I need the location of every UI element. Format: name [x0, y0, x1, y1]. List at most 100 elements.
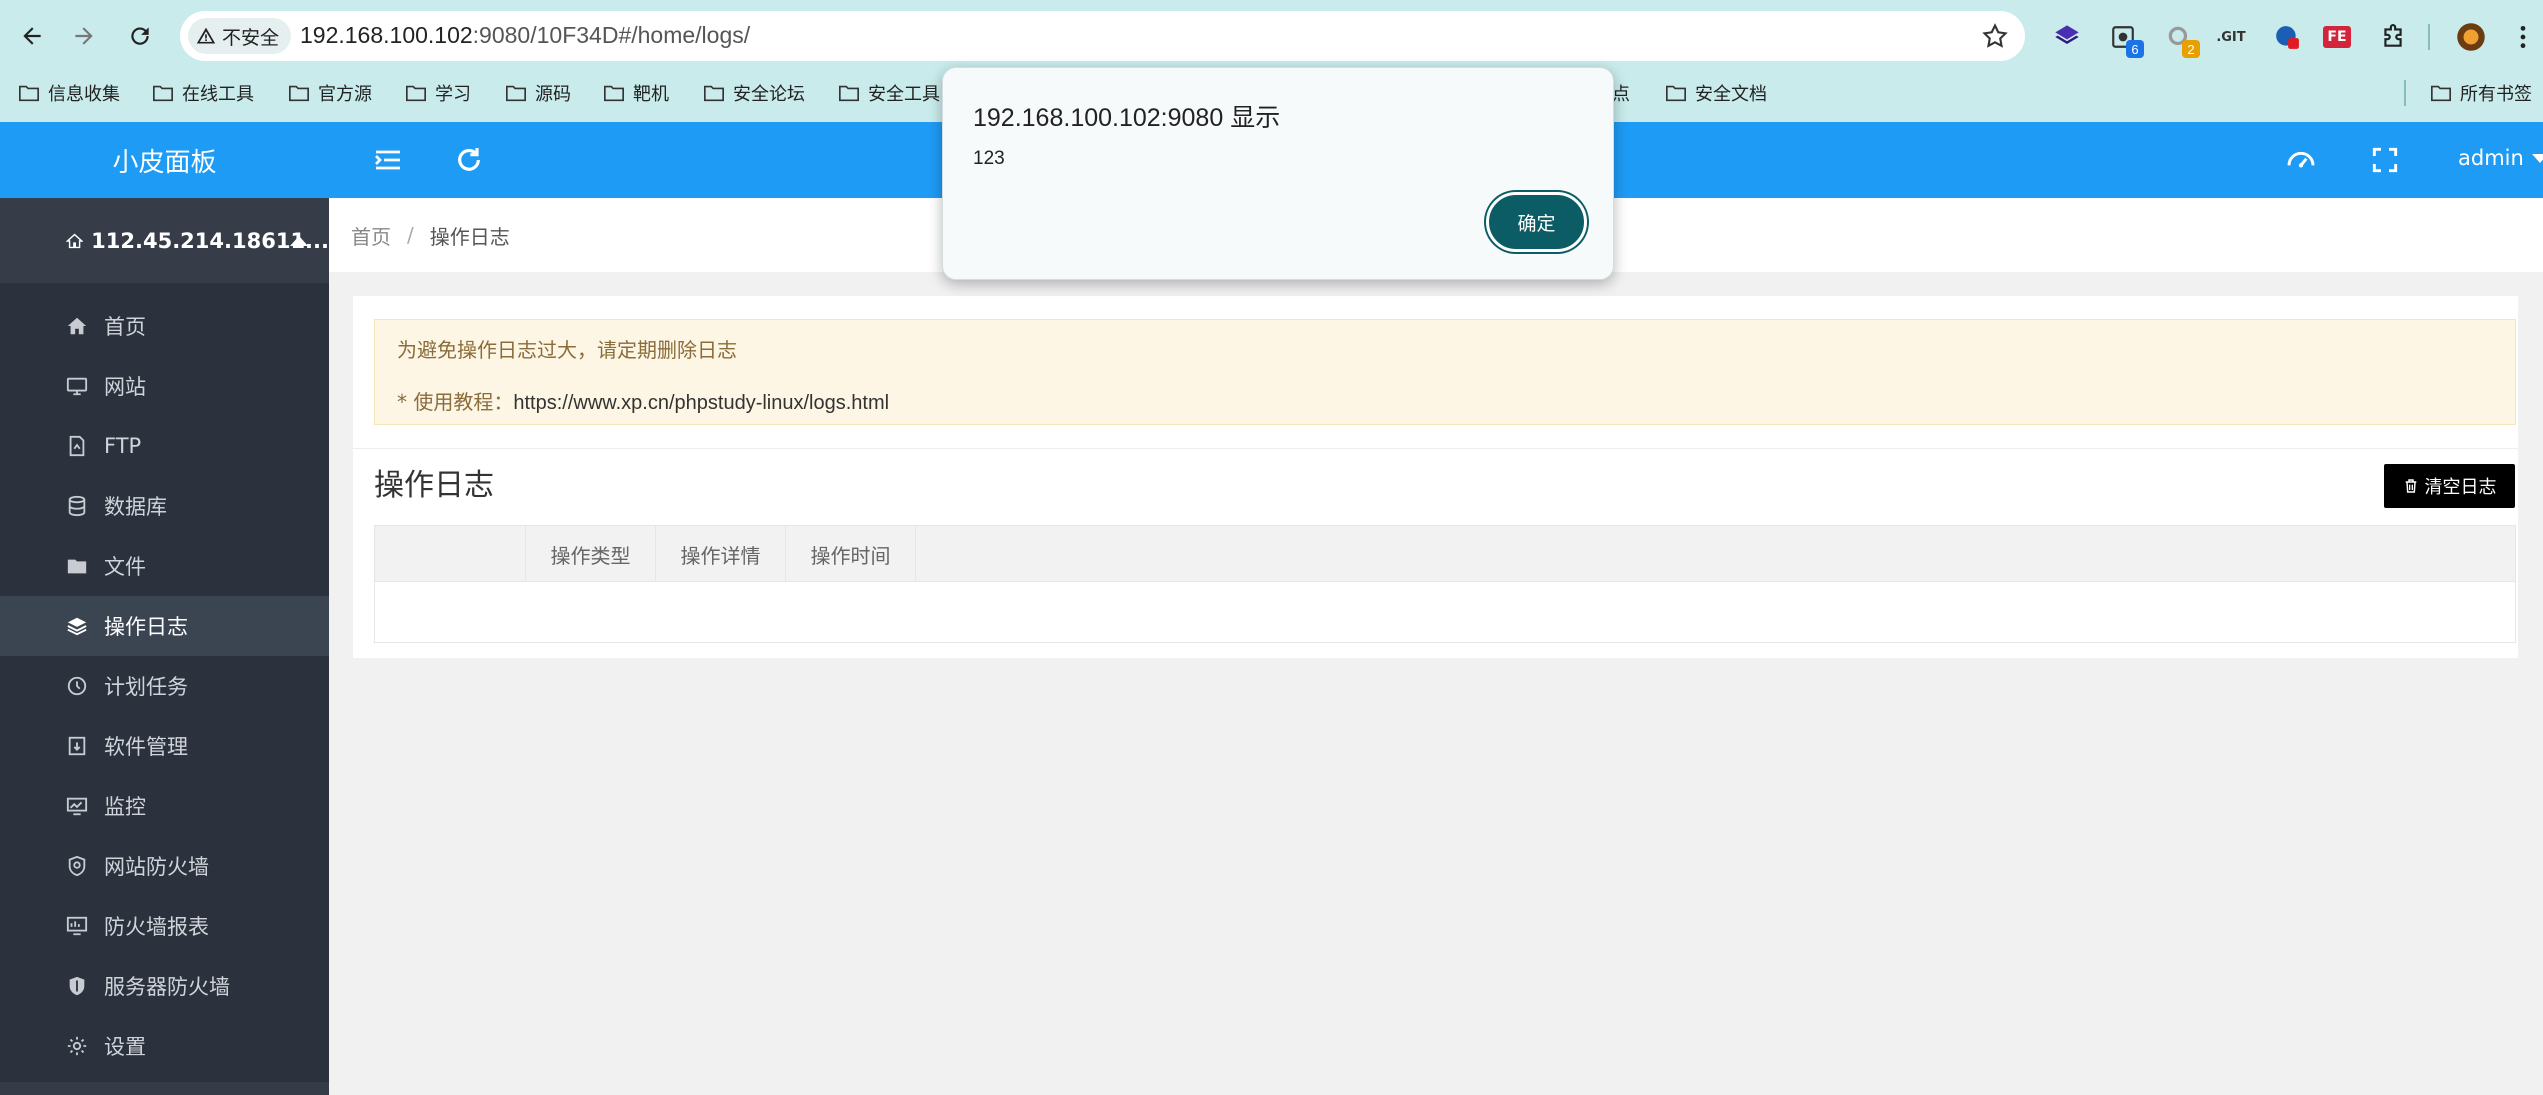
bookmark-label: 官方源	[318, 84, 372, 105]
table-header-cell: 操作时间	[786, 526, 916, 582]
folder-icon	[66, 555, 88, 577]
sidebar-item-settings[interactable]: 设置	[0, 1016, 329, 1076]
user-menu[interactable]: admin	[2458, 146, 2543, 170]
menu-collapse-icon[interactable]	[372, 144, 404, 176]
sidebar-item-label: 网站防火墙	[104, 855, 209, 879]
sidebar-item-label: 监控	[104, 795, 146, 819]
shield-icon	[66, 855, 88, 877]
layers-extension-icon[interactable]	[2052, 22, 2082, 52]
capture-extension-icon[interactable]: 6	[2108, 22, 2144, 58]
bookmark-label: 所有书签	[2460, 84, 2532, 105]
fe-extension-icon[interactable]: FE	[2322, 22, 2352, 52]
dashboard-gauge-icon[interactable]	[2285, 144, 2317, 176]
forward-button[interactable]	[64, 16, 104, 56]
bookmark-label: 在线工具	[182, 84, 254, 105]
globe-extension-icon[interactable]	[2272, 22, 2302, 52]
shield-solid-icon	[66, 975, 88, 997]
sidebar-item-label: 软件管理	[104, 735, 188, 759]
bookmark-star-icon[interactable]	[1981, 22, 2009, 50]
fullscreen-icon[interactable]	[2369, 144, 2401, 176]
sidebar-item-web-firewall[interactable]: 网站防火墙	[0, 836, 329, 896]
folder-icon	[289, 85, 309, 102]
bookmark-folder[interactable]: 靶机	[603, 78, 669, 108]
home-outline-icon	[66, 233, 84, 248]
browser-menu-icon[interactable]	[2508, 22, 2538, 52]
reload-button[interactable]	[120, 16, 160, 56]
alert-dialog: 192.168.100.102:9080 显示 123 确定	[942, 67, 1614, 280]
sidebar-footer	[0, 1082, 329, 1095]
kebab-glyph	[2520, 25, 2526, 49]
site-security-chip[interactable]: 不安全	[188, 18, 292, 54]
dialog-title: 192.168.100.102:9080 显示	[973, 104, 1281, 132]
caret-down-icon	[2531, 153, 2543, 163]
sidebar-item-label: 防火墙报表	[104, 915, 209, 939]
bookmark-folder[interactable]: 源码	[505, 78, 571, 108]
puzzle-glyph	[2384, 24, 2402, 47]
dialog-ok-button[interactable]: 确定	[1486, 192, 1587, 252]
bookmark-folder[interactable]: 官方源	[288, 78, 372, 108]
brand-title[interactable]: 小皮面板	[0, 122, 329, 198]
bookmark-folder[interactable]: 学习	[405, 78, 471, 108]
section-title: 操作日志	[374, 468, 494, 503]
back-button[interactable]	[12, 16, 52, 56]
address-bar[interactable]: 不安全 192.168.100.102:9080/10F34D#/home/lo…	[180, 11, 2025, 61]
sidebar-item-scheduled-tasks[interactable]: 计划任务	[0, 656, 329, 716]
search-extension-icon[interactable]: 2	[2164, 22, 2200, 58]
bookmark-label: 信息收集	[48, 84, 120, 105]
table-header-cell	[375, 526, 526, 582]
bookmark-folder[interactable]: 安全工具	[838, 78, 940, 108]
insecure-label: 不安全	[222, 26, 280, 49]
tutorial-link[interactable]: https://www.xp.cn/phpstudy-linux/logs.ht…	[513, 392, 889, 414]
sidebar-item-operation-log[interactable]: 操作日志	[0, 596, 329, 656]
table-header-cell: 操作类型	[526, 526, 656, 582]
sidebar-item-label: 服务器防火墙	[104, 975, 230, 999]
database-icon	[66, 495, 88, 517]
sidebar-item-server-firewall[interactable]: 服务器防火墙	[0, 956, 329, 1016]
bookmark-folder[interactable]: 安全论坛	[703, 78, 805, 108]
all-bookmarks-folder[interactable]: 所有书签	[2430, 78, 2532, 108]
folder-icon	[704, 85, 724, 102]
refresh-icon[interactable]	[453, 144, 485, 176]
clock-icon	[66, 675, 88, 697]
globe-ext-glyph	[2276, 26, 2299, 49]
bookmark-label: 源码	[535, 84, 571, 105]
bookmark-label: 安全论坛	[733, 84, 805, 105]
sidebar-item-database[interactable]: 数据库	[0, 476, 329, 536]
chart-icon	[66, 795, 88, 817]
server-selector[interactable]: 112.45.214.18611...	[0, 198, 329, 283]
sidebar-item-files[interactable]: 文件	[0, 536, 329, 596]
git-extension-icon[interactable]: .GIT	[2216, 22, 2246, 52]
sidebar-item-home[interactable]: 首页	[0, 296, 329, 356]
folder-icon	[2431, 85, 2451, 102]
sidebar-item-label: 网站	[104, 375, 146, 399]
search-ext-badge: 2	[2182, 40, 2200, 58]
folder-icon	[19, 85, 39, 102]
download-icon	[66, 735, 88, 757]
sidebar-item-firewall-report[interactable]: 防火墙报表	[0, 896, 329, 956]
folder-icon	[839, 85, 859, 102]
dialog-message: 123	[973, 148, 1005, 169]
sidebar-item-software[interactable]: 软件管理	[0, 716, 329, 776]
url-text[interactable]: 192.168.100.102:9080/10F34D#/home/logs/	[300, 22, 750, 49]
folder-icon	[1666, 85, 1686, 102]
sidebar-item-label: 首页	[104, 315, 146, 339]
bookmark-folder[interactable]: 信息收集	[18, 78, 120, 108]
bookmark-folder[interactable]: 点	[1612, 78, 1630, 108]
clear-logs-button[interactable]: 清空日志	[2384, 464, 2515, 508]
url-path: :9080/10F34D#/home/logs/	[472, 22, 751, 48]
sidebar-item-monitor[interactable]: 监控	[0, 776, 329, 836]
username: admin	[2458, 146, 2524, 170]
table-header-cell: 操作详情	[656, 526, 786, 582]
tutorial-prefix: * 使用教程：	[397, 390, 514, 414]
extensions-puzzle-icon[interactable]	[2378, 22, 2408, 52]
report-icon	[66, 915, 88, 937]
sidebar-item-website[interactable]: 网站	[0, 356, 329, 416]
bookmarks-separator	[2404, 80, 2406, 106]
clear-logs-label: 清空日志	[2424, 477, 2497, 498]
forward-arrow-icon	[75, 27, 93, 45]
breadcrumb-home[interactable]: 首页	[351, 221, 391, 250]
bookmark-folder[interactable]: 在线工具	[152, 78, 254, 108]
sidebar-item-ftp[interactable]: FTP	[0, 416, 329, 476]
profile-avatar[interactable]	[2456, 22, 2486, 52]
bookmark-folder[interactable]: 安全文档	[1665, 78, 1767, 108]
